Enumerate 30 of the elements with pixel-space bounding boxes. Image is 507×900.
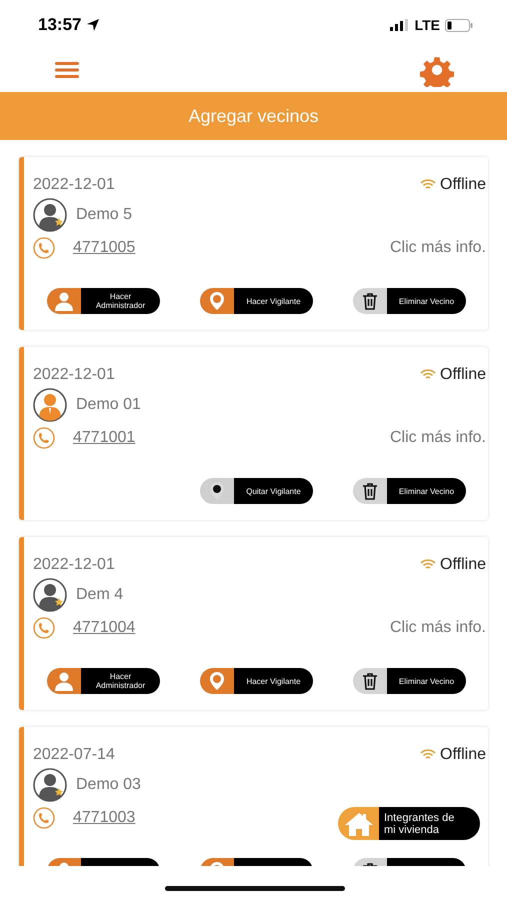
phone-link[interactable]: 4771003 (73, 809, 136, 827)
more-info-link[interactable]: Clic más info. (390, 429, 486, 447)
phone-link[interactable]: 4771005 (73, 239, 136, 257)
more-info-link[interactable]: Clic más info. (390, 619, 486, 637)
phone-link[interactable]: 4771004 (73, 619, 136, 637)
remove-neighbor-button[interactable]: Eliminar Vecino (353, 668, 466, 694)
make-guard-button[interactable]: Hacer Vigilante (200, 288, 313, 314)
status-text: Offline (440, 556, 486, 574)
network-text: LTE (414, 17, 440, 33)
status-text: Offline (440, 746, 486, 764)
date-text: 2022-12-01 (33, 176, 115, 194)
name-text: Demo 01 (76, 396, 141, 414)
status-text: Offline (440, 366, 486, 384)
name-text: Demo 03 (76, 776, 141, 794)
date-text: 2022-07-14 (33, 746, 115, 764)
date-text: 2022-12-01 (33, 556, 115, 574)
make-admin-button[interactable]: Hacer Administrador (47, 288, 160, 314)
status-text: Offline (440, 176, 486, 194)
more-info-link[interactable]: Clic más info. (390, 239, 486, 257)
make-guard-button[interactable]: Hacer Vigilante (200, 668, 313, 694)
make-admin-button[interactable]: Hacer Administrador (47, 668, 160, 694)
clock-text: 13:57 (38, 15, 82, 35)
name-text: Demo 5 (76, 206, 132, 224)
remove-guard-button[interactable]: Quitar Vigilante (200, 478, 313, 504)
remove-neighbor-button[interactable]: Eliminar Vecino (353, 478, 466, 504)
name-text: Dem 4 (76, 586, 124, 604)
remove-neighbor-button[interactable]: Eliminar Vecino (353, 288, 466, 314)
date-text: 2022-12-01 (33, 366, 115, 384)
household-members-button[interactable]: Integrantes de mi vivienda (338, 807, 480, 840)
phone-link[interactable]: 4771001 (73, 429, 136, 447)
